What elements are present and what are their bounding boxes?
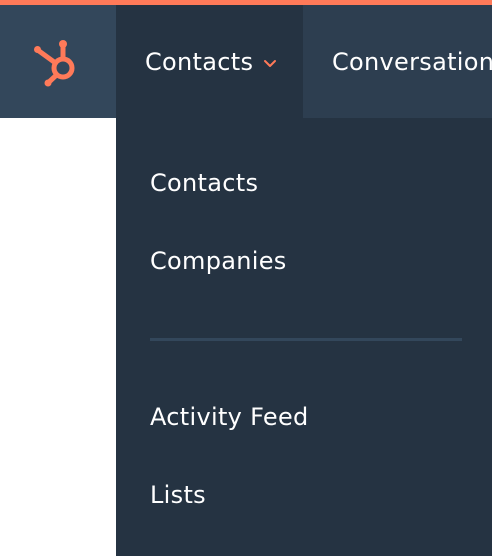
menu-item-contacts[interactable]: Contacts: [150, 169, 258, 197]
hubspot-sprocket-icon: [34, 39, 75, 86]
menu-item-lists[interactable]: Lists: [150, 481, 206, 509]
nav-conversations[interactable]: Conversations: [303, 5, 492, 118]
menu-divider: [150, 338, 462, 341]
nav-conversations-label: Conversations: [332, 47, 492, 76]
menu-item-activity-feed[interactable]: Activity Feed: [150, 403, 309, 431]
contacts-dropdown-menu: Contacts Companies Activity Feed Lists: [116, 118, 492, 556]
hubspot-logo[interactable]: [0, 5, 116, 118]
nav-contacts-label: Contacts: [145, 47, 254, 76]
chevron-down-icon: [263, 59, 277, 69]
nav-contacts[interactable]: Contacts: [116, 5, 303, 118]
menu-item-companies[interactable]: Companies: [150, 247, 287, 275]
